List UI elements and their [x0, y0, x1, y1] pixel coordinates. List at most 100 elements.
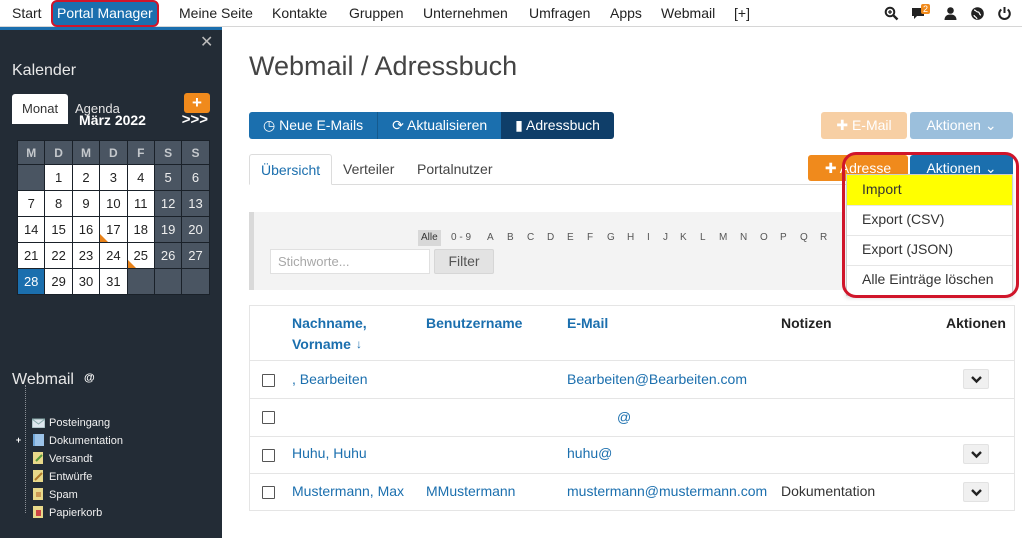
search-zoom-icon[interactable] — [884, 6, 899, 21]
calendar-day[interactable]: 6 — [182, 165, 209, 190]
calendar-day[interactable]: 23 — [72, 243, 100, 268]
calendar-day[interactable]: 12 — [154, 191, 182, 216]
calendar-day-today[interactable]: 28 — [18, 269, 45, 294]
row-checkbox[interactable] — [262, 449, 275, 462]
contact-email[interactable]: Bearbeiten@Bearbeiten.com — [567, 371, 747, 387]
nav-webmail[interactable]: Webmail — [661, 0, 715, 27]
alpha-filter-0-9[interactable]: 0 - 9 — [451, 230, 471, 246]
calendar-day[interactable]: 1 — [45, 165, 72, 190]
email-button[interactable]: ✚ E-Mail — [821, 112, 907, 139]
calendar-day[interactable]: 8 — [45, 191, 72, 216]
nav-kontakte[interactable]: Kontakte — [272, 0, 327, 27]
calendar-day[interactable]: 14 — [18, 217, 45, 242]
contact-name[interactable]: Mustermann, Max — [292, 483, 404, 499]
folder-dokumentation[interactable]: Dokumentation — [32, 433, 123, 449]
calendar-day[interactable]: 18 — [127, 217, 154, 242]
header-nachname[interactable]: Nachname, — [292, 313, 367, 334]
calendar-day[interactable]: 24 — [100, 243, 127, 268]
header-benutzername[interactable]: Benutzername — [426, 313, 522, 334]
contact-email[interactable]: @ — [617, 409, 631, 425]
header-email[interactable]: E-Mail — [567, 313, 608, 334]
filter-button[interactable]: Filter — [434, 249, 494, 274]
calendar-day[interactable]: 3 — [100, 165, 127, 190]
row-actions-button[interactable] — [963, 444, 989, 464]
power-icon[interactable] — [997, 6, 1012, 21]
nav-start[interactable]: Start — [12, 0, 42, 27]
alpha-filter-k[interactable]: K — [680, 230, 687, 246]
calendar-day[interactable]: 21 — [18, 243, 45, 268]
alpha-filter-all[interactable]: Alle — [418, 230, 441, 246]
alpha-filter-d[interactable]: D — [547, 230, 554, 246]
nav-unternehmen[interactable]: Unternehmen — [423, 0, 508, 27]
actions-button-top[interactable]: Aktionen ⌄ — [910, 112, 1013, 139]
search-input[interactable] — [270, 249, 430, 274]
calendar-day[interactable]: 11 — [127, 191, 154, 216]
folder-posteingang[interactable]: Posteingang — [31, 415, 110, 431]
calendar-day[interactable]: 4 — [127, 165, 154, 190]
alpha-filter-j[interactable]: J — [663, 230, 668, 246]
contact-name[interactable]: Huhu, Huhu — [292, 445, 367, 461]
calendar-day[interactable]: 10 — [100, 191, 127, 216]
alpha-filter-e[interactable]: E — [567, 230, 574, 246]
alpha-filter-p[interactable]: P — [780, 230, 787, 246]
tab-verteiler[interactable]: Verteiler — [332, 154, 405, 185]
row-checkbox[interactable] — [262, 374, 275, 387]
alpha-filter-q[interactable]: Q — [800, 230, 808, 246]
nav-portal-manager[interactable]: Portal Manager — [51, 0, 159, 27]
calendar-day[interactable]: 15 — [45, 217, 72, 242]
folder-spam[interactable]: Spam — [32, 487, 78, 503]
mail-account-root[interactable]: @ — [84, 372, 95, 384]
expand-folder-icon[interactable]: + — [14, 436, 23, 445]
alpha-filter-b[interactable]: B — [507, 230, 514, 246]
alpha-filter-l[interactable]: L — [700, 230, 706, 246]
calendar-day[interactable]: 26 — [154, 243, 182, 268]
calendar-day-with-event[interactable]: 17 — [100, 217, 127, 242]
folder-entwuerfe[interactable]: Entwürfe — [32, 469, 92, 485]
alpha-filter-n[interactable]: N — [740, 230, 747, 246]
calendar-day[interactable]: 19 — [154, 217, 182, 242]
calendar-day[interactable]: 9 — [72, 191, 100, 216]
nav-meine-seite[interactable]: Meine Seite — [179, 0, 253, 27]
calendar-day[interactable]: 2 — [72, 165, 100, 190]
calendar-day[interactable]: 30 — [72, 269, 100, 294]
contact-email[interactable]: mustermann@mustermann.com — [567, 483, 767, 499]
nav-umfragen[interactable]: Umfragen — [529, 0, 590, 27]
header-vorname[interactable]: Vorname — [292, 334, 351, 355]
contact-username[interactable]: MMustermann — [426, 483, 515, 499]
alpha-filter-o[interactable]: O — [760, 230, 768, 246]
sort-down-icon[interactable]: ↓ — [356, 334, 362, 355]
tab-portalnutzer[interactable]: Portalnutzer — [406, 154, 503, 185]
close-sidebar-icon[interactable]: ✕ — [200, 32, 213, 52]
calendar-day[interactable]: 29 — [45, 269, 72, 294]
folder-versandt[interactable]: Versandt — [32, 451, 92, 467]
alpha-filter-r[interactable]: R — [820, 230, 827, 246]
folder-papierkorb[interactable]: Papierkorb — [32, 505, 102, 521]
calendar-day[interactable]: 20 — [182, 217, 209, 242]
calendar-day[interactable]: 27 — [182, 243, 209, 268]
calendar-day[interactable]: 31 — [100, 269, 127, 294]
alpha-filter-a[interactable]: A — [487, 230, 494, 246]
row-actions-button[interactable] — [963, 482, 989, 502]
nav-gruppen[interactable]: Gruppen — [349, 0, 403, 27]
addressbook-button[interactable]: ▮ Adressbuch — [501, 112, 614, 139]
alpha-filter-i[interactable]: I — [647, 230, 650, 246]
calendar-day[interactable]: 22 — [45, 243, 72, 268]
contact-name[interactable]: , Bearbeiten — [292, 371, 368, 387]
row-checkbox[interactable] — [262, 486, 275, 499]
alpha-filter-f[interactable]: F — [587, 230, 593, 246]
next-month-button[interactable]: >>> — [182, 108, 208, 132]
new-mails-button[interactable]: ◷ Neue E-Mails — [249, 112, 378, 139]
contact-email[interactable]: huhu@ — [567, 445, 612, 461]
nav-apps[interactable]: Apps — [610, 0, 642, 27]
alpha-filter-g[interactable]: G — [607, 230, 615, 246]
globe-icon[interactable] — [970, 6, 985, 21]
calendar-day[interactable]: 13 — [182, 191, 209, 216]
calendar-day[interactable]: 7 — [18, 191, 45, 216]
row-checkbox[interactable] — [262, 411, 275, 424]
alpha-filter-h[interactable]: H — [627, 230, 634, 246]
tab-uebersicht[interactable]: Übersicht — [249, 154, 333, 185]
alpha-filter-c[interactable]: C — [527, 230, 534, 246]
calendar-day[interactable]: 5 — [154, 165, 182, 190]
calendar-day-with-event[interactable]: 25 — [127, 243, 154, 268]
calendar-day[interactable]: 16 — [72, 217, 100, 242]
